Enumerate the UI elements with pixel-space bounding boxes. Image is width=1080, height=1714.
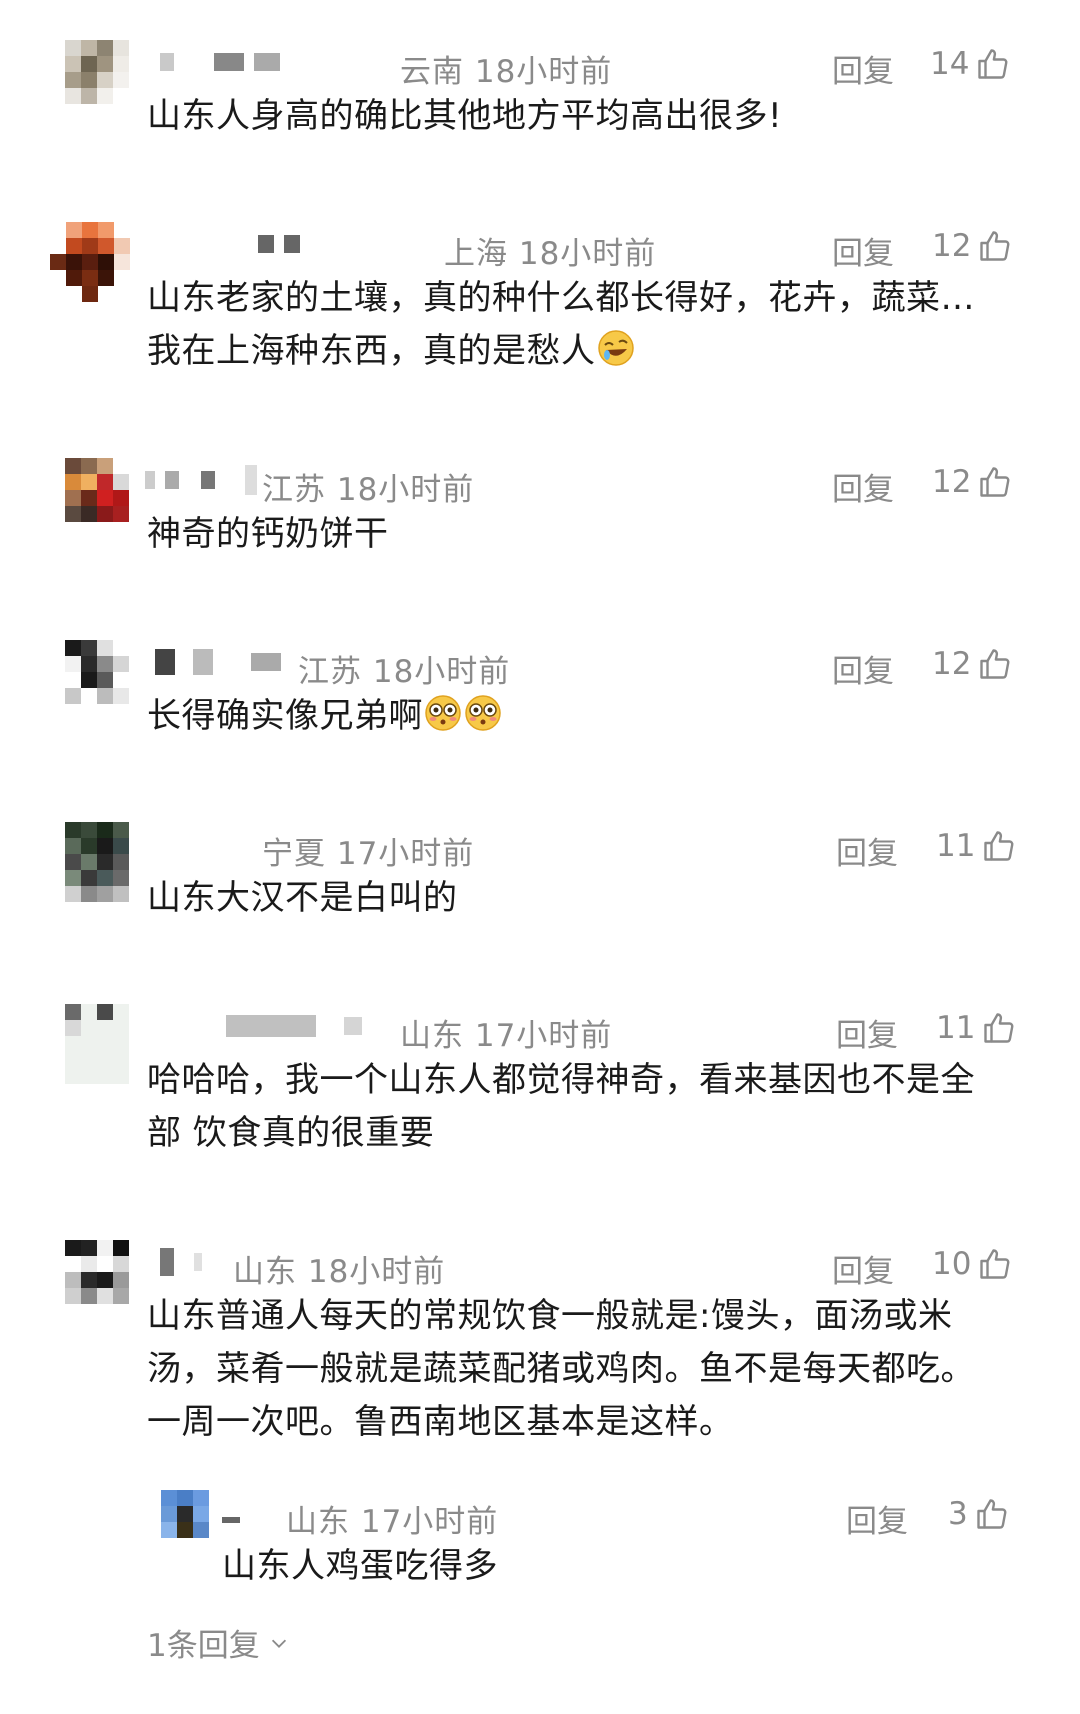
comment-text: 神奇的钙奶饼干 (147, 514, 389, 554)
avatar[interactable] (161, 1490, 209, 1538)
avatar[interactable] (65, 458, 129, 522)
flushed-face-emoji-icon (465, 695, 501, 731)
like-button[interactable]: 11 (936, 1010, 1017, 1046)
like-count: 10 (932, 1246, 972, 1282)
like-button[interactable]: 10 (932, 1246, 1013, 1282)
username-masked[interactable] (258, 226, 300, 262)
username-masked[interactable] (145, 462, 257, 498)
thumbs-up-icon (984, 831, 1014, 861)
comment-text-line: 一周一次吧。鲁西南地区基本是这样。 (147, 1402, 734, 1442)
thumbs-up-icon (978, 49, 1008, 79)
comment-text-line: 哈哈哈，我一个山东人都觉得神奇，看来基因也不是全 (147, 1060, 975, 1100)
comment-text: 长得确实像兄弟啊 (147, 690, 1027, 743)
like-count: 12 (932, 464, 972, 500)
region-time: 云南 18小时前 (400, 46, 612, 91)
like-count: 11 (936, 828, 976, 864)
thumbs-up-icon (980, 649, 1010, 679)
more-replies-label: 1条回复 (147, 1628, 260, 1664)
comment-text: 山东人身高的确比其他地方平均高出很多! (147, 96, 783, 136)
region-time: 江苏 18小时前 (298, 646, 510, 691)
timestamp: 18小时前 (307, 1254, 446, 1290)
like-button[interactable]: 3 (948, 1496, 1010, 1532)
region-time: 山东 17小时前 (400, 1010, 612, 1055)
like-button[interactable]: 12 (932, 646, 1013, 682)
reply-button[interactable]: 回复 (832, 228, 894, 273)
chevron-down-icon (271, 1639, 286, 1648)
more-replies-link[interactable]: 1条回复 (147, 1620, 290, 1665)
region: 江苏 (262, 472, 326, 508)
like-button[interactable]: 11 (936, 828, 1017, 864)
thumbs-up-icon (980, 467, 1010, 497)
comment-text-line: 我在上海种东西，真的是愁人 (147, 325, 1027, 378)
avatar[interactable] (65, 1004, 129, 1084)
comment-text-line-content: 我在上海种东西，真的是愁人 (147, 331, 596, 371)
avatar[interactable] (65, 822, 129, 902)
timestamp: 18小时前 (336, 472, 475, 508)
reply-button[interactable]: 回复 (832, 646, 894, 691)
region-time: 上海 18小时前 (444, 228, 656, 273)
like-count: 3 (948, 1496, 968, 1532)
username-masked[interactable] (160, 1244, 202, 1280)
timestamp: 17小时前 (360, 1504, 499, 1540)
reply-button[interactable]: 回复 (832, 464, 894, 509)
timestamp: 18小时前 (372, 654, 511, 690)
reply-button[interactable]: 回复 (836, 828, 898, 873)
reply-button[interactable]: 回复 (832, 46, 894, 91)
avatar[interactable] (65, 1240, 129, 1304)
reply-button[interactable]: 回复 (836, 1010, 898, 1055)
region: 山东 (233, 1254, 297, 1290)
region-time: 山东 18小时前 (233, 1246, 445, 1291)
username-masked[interactable] (226, 1008, 362, 1044)
comment-text-line: 山东老家的土壤，真的种什么都长得好，花卉，蔬菜… (147, 278, 975, 318)
thumbs-up-icon (984, 1013, 1014, 1043)
comment-text-line: 汤，菜肴一般就是蔬菜配猪或鸡肉。鱼不是每天都吃。 (147, 1349, 975, 1389)
region-time: 宁夏 17小时前 (262, 828, 474, 873)
region: 上海 (444, 236, 508, 272)
timestamp: 18小时前 (474, 54, 613, 90)
comment-text-content: 长得确实像兄弟啊 (147, 696, 423, 736)
timestamp: 17小时前 (336, 836, 475, 872)
comment-text: 山东老家的土壤，真的种什么都长得好，花卉，蔬菜… 我在上海种东西，真的是愁人 (147, 272, 1027, 378)
comment-text: 山东普通人每天的常规饮食一般就是:馒头，面汤或米 汤，菜肴一般就是蔬菜配猪或鸡肉… (147, 1290, 1027, 1449)
region: 宁夏 (262, 836, 326, 872)
thumbs-up-icon (980, 231, 1010, 261)
timestamp: 17小时前 (474, 1018, 613, 1054)
rolling-laugh-emoji-icon (597, 330, 634, 366)
avatar[interactable] (65, 40, 129, 104)
like-button[interactable]: 12 (932, 464, 1013, 500)
thumbs-up-icon (977, 1499, 1007, 1529)
like-count: 14 (930, 46, 970, 82)
like-button[interactable]: 14 (930, 46, 1011, 82)
username-masked[interactable] (160, 44, 280, 80)
region: 山东 (400, 1018, 464, 1054)
username-masked[interactable] (155, 644, 281, 680)
avatar[interactable] (65, 640, 129, 704)
comment-text: 哈哈哈，我一个山东人都觉得神奇，看来基因也不是全 部 饮食真的很重要 (147, 1054, 1027, 1160)
comment-text-line: 部 饮食真的很重要 (147, 1113, 435, 1153)
region: 山东 (286, 1504, 350, 1540)
reply-button[interactable]: 回复 (832, 1246, 894, 1291)
username-masked[interactable] (222, 1494, 240, 1530)
comment-text-line: 山东普通人每天的常规饮食一般就是:馒头，面汤或米 (147, 1296, 953, 1336)
comment-text: 山东大汉不是白叫的 (147, 878, 458, 918)
timestamp: 18小时前 (518, 236, 657, 272)
region-time: 山东 17小时前 (286, 1496, 498, 1541)
like-count: 12 (932, 228, 972, 264)
reply-button[interactable]: 回复 (846, 1496, 908, 1541)
like-button[interactable]: 12 (932, 228, 1013, 264)
region: 江苏 (298, 654, 362, 690)
avatar[interactable] (50, 222, 130, 302)
comment-text: 山东人鸡蛋吃得多 (222, 1546, 498, 1586)
like-count: 12 (932, 646, 972, 682)
thumbs-up-icon (980, 1249, 1010, 1279)
like-count: 11 (936, 1010, 976, 1046)
region-time: 江苏 18小时前 (262, 464, 474, 509)
flushed-face-emoji-icon (425, 695, 461, 731)
region: 云南 (400, 54, 464, 90)
